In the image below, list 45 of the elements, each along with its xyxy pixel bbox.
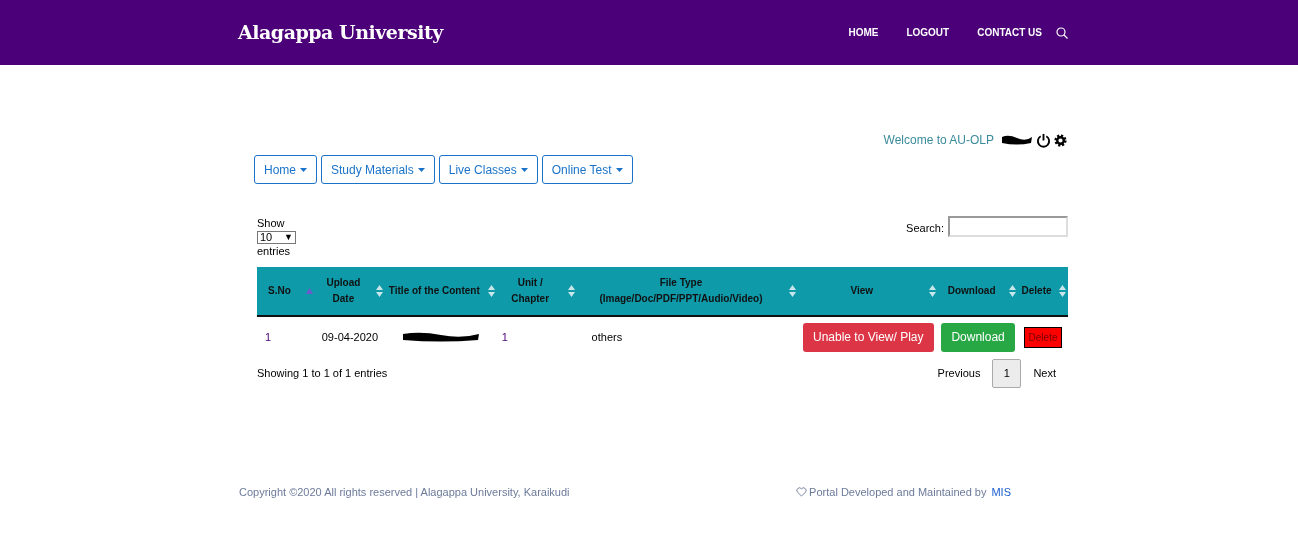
- menu-dropdown-button[interactable]: Study Materials: [321, 155, 435, 184]
- view-button[interactable]: Unable to View/ Play: [803, 322, 934, 352]
- nav-link[interactable]: LOGOUT: [906, 25, 950, 40]
- entries-label: entries: [257, 244, 292, 259]
- caret-icon: [615, 167, 623, 172]
- column-header[interactable]: Upload Date: [314, 267, 385, 315]
- heart-icon: [796, 487, 808, 498]
- caret-icon: [520, 167, 528, 172]
- menu-dropdown-button[interactable]: Live Classes: [438, 155, 538, 184]
- redaction-mark: [1000, 133, 1034, 147]
- table-cell: others: [591, 330, 623, 343]
- welcome-text: Welcome to AU-OLP: [883, 132, 994, 149]
- page-length-select[interactable]: 10 ▼: [257, 231, 296, 244]
- caret-icon: [300, 167, 307, 172]
- nav-link[interactable]: HOME: [848, 25, 879, 40]
- next-link[interactable]: Next: [1033, 365, 1056, 382]
- download-button[interactable]: Download: [941, 322, 1015, 352]
- page-button[interactable]: 1: [992, 359, 1022, 388]
- mis-link[interactable]: MIS: [991, 484, 1011, 501]
- search-icon[interactable]: [1056, 26, 1068, 39]
- column-header[interactable]: Delete: [1018, 267, 1068, 315]
- column-header[interactable]: S.No: [257, 267, 315, 315]
- menu-dropdown-button[interactable]: Home: [254, 155, 317, 184]
- credit-text: Portal Developed and Maintained by: [809, 485, 987, 500]
- power-icon[interactable]: [1036, 132, 1051, 148]
- menu-dropdown-button[interactable]: Online Test: [541, 155, 633, 184]
- settings-icon[interactable]: [1053, 132, 1068, 148]
- table-cell: 1: [265, 330, 272, 343]
- search-label: Search:: [906, 221, 944, 236]
- table-cell: 1: [501, 330, 508, 343]
- column-header[interactable]: View: [798, 267, 939, 315]
- table-info: Showing 1 to 1 of 1 entries: [257, 366, 388, 382]
- show-label: Show: [257, 216, 286, 231]
- column-header[interactable]: File Type (Image/Doc/PDF/PPT/Audio/Video): [576, 267, 799, 315]
- search-field[interactable]: [948, 216, 1068, 237]
- nav-link[interactable]: CONTACT US: [977, 25, 1042, 40]
- column-header[interactable]: Unit / Chapter: [496, 267, 577, 315]
- delete-button[interactable]: Delete: [1023, 326, 1063, 348]
- column-header[interactable]: Title of the Content: [384, 267, 497, 315]
- copyright-text: Copyright ©2020 All rights reserved | Alagappa University, Karaikudi: [239, 485, 570, 500]
- site-title: Alagappa University: [238, 20, 443, 46]
- table-cell: 09-04-2020: [321, 330, 379, 343]
- column-header[interactable]: Download: [938, 267, 1019, 315]
- caret-icon: [417, 167, 425, 172]
- previous-link[interactable]: Previous: [937, 365, 981, 382]
